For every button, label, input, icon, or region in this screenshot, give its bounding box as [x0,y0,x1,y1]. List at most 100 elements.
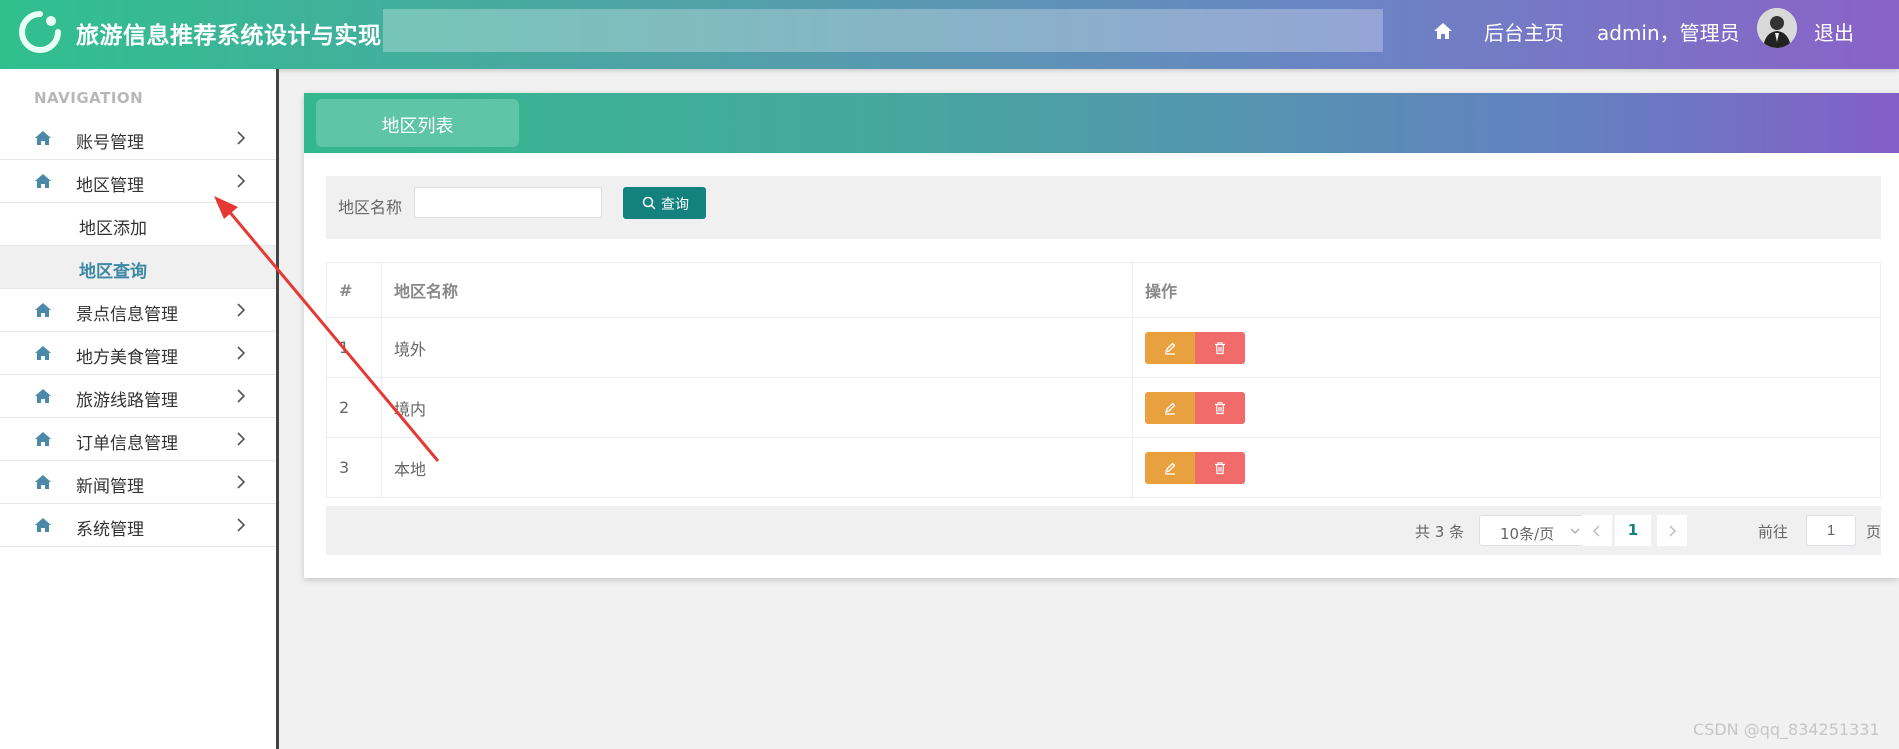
sidebar-item-label: 地方美食管理 [76,348,178,368]
home-icon [35,346,51,360]
admin-home-link[interactable]: 后台主页 [1484,17,1564,46]
sidebar-item-news[interactable]: 新闻管理 [0,461,276,504]
pagination-total: 共 3 条 [1415,523,1465,541]
sidebar-subitem-region-add[interactable]: 地区添加 [0,203,276,246]
home-icon [35,389,51,403]
row-index: 3 [326,437,382,498]
watermark: CSDN @qq_834251331 [1693,720,1880,739]
logout-link[interactable]: 退出 [1814,17,1854,46]
edit-icon [1164,402,1176,415]
sidebar: NAVIGATION 账号管理 地区管理 地区添加 地区查询 景点信息管理 地方… [0,69,279,749]
card-header: 地区列表 [304,93,1899,153]
tab-region-list[interactable]: 地区列表 [316,99,519,147]
current-user-label: admin，管理员 [1597,21,1740,45]
next-page-button[interactable] [1657,515,1687,546]
sidebar-item-scenic[interactable]: 景点信息管理 [0,289,276,332]
trash-icon [1215,401,1225,414]
sidebar-item-system[interactable]: 系统管理 [0,504,276,547]
row-region-name: 境外 [381,317,1133,378]
nav-heading: NAVIGATION [34,89,144,107]
chevron-right-icon [237,174,246,188]
edit-button[interactable] [1145,451,1195,484]
delete-button[interactable] [1195,451,1245,484]
row-region-name: 本地 [381,437,1133,498]
trash-icon [1215,341,1225,354]
sidebar-item-label: 地区管理 [76,176,144,196]
row-actions [1132,317,1881,378]
chevron-right-icon [1669,525,1676,537]
sidebar-subitem-label: 地区添加 [79,219,147,239]
sidebar-item-routes[interactable]: 旅游线路管理 [0,375,276,418]
prev-page-button[interactable] [1582,515,1612,546]
edit-icon [1164,462,1176,475]
column-header-index: # [326,262,382,318]
goto-label: 前往 [1758,523,1789,541]
home-icon [35,518,51,532]
table-header-row: # 地区名称 操作 [326,262,1881,318]
home-icon [35,174,51,188]
region-table: # 地区名称 操作 1 境外 2 境内 3 本地 [326,262,1881,498]
row-index: 2 [326,377,382,438]
chevron-right-icon [237,346,246,360]
sidebar-item-food[interactable]: 地方美食管理 [0,332,276,375]
sidebar-item-account[interactable]: 账号管理 [0,117,276,160]
trash-icon [1215,461,1225,474]
sidebar-item-orders[interactable]: 订单信息管理 [0,418,276,461]
sidebar-subitem-label: 地区查询 [79,262,147,282]
chevron-right-icon [237,475,246,489]
sidebar-item-label: 景点信息管理 [76,305,178,325]
page-size-select[interactable]: 10条/页 [1479,515,1591,546]
row-actions [1132,377,1881,438]
tab-label: 地区列表 [381,116,454,137]
edit-icon [1164,342,1176,355]
goto-unit-label: 页 [1866,523,1882,541]
table-row: 1 境外 [326,317,1881,378]
query-button-label: 查询 [661,197,689,213]
sidebar-item-label: 订单信息管理 [76,434,178,454]
table-row: 2 境内 [326,377,1881,438]
row-region-name: 境内 [381,377,1133,438]
chevron-right-icon [237,518,246,532]
title-band [383,9,1383,52]
table-row: 3 本地 [326,437,1881,498]
user-avatar-icon [1757,8,1797,48]
search-bar: 地区名称 查询 [326,176,1881,239]
column-header-name: 地区名称 [381,262,1133,318]
row-actions [1132,437,1881,498]
chevron-right-icon [237,303,246,317]
query-button[interactable]: 查询 [623,187,706,219]
delete-button[interactable] [1195,331,1245,364]
page-number-label: 1 [1627,521,1639,539]
sidebar-item-label: 旅游线路管理 [76,391,178,411]
chevron-right-icon [237,389,246,403]
top-header: 旅游信息推荐系统设计与实现 后台主页 admin，管理员 退出 [0,0,1899,69]
page-size-value: 10条/页 [1500,525,1555,543]
system-title: 旅游信息推荐系统设计与实现 [76,23,382,49]
edit-button[interactable] [1145,331,1195,364]
delete-button[interactable] [1195,391,1245,424]
refresh-ring-icon[interactable] [18,10,62,54]
sidebar-item-region[interactable]: 地区管理 [0,160,276,203]
home-icon[interactable] [1432,20,1454,42]
sidebar-subitem-region-query[interactable]: 地区查询 [0,246,276,289]
edit-button[interactable] [1145,391,1195,424]
row-index: 1 [326,317,382,378]
sidebar-item-label: 系统管理 [76,520,144,540]
goto-page-input[interactable] [1806,515,1856,546]
column-header-actions: 操作 [1132,262,1881,318]
page-number-current[interactable]: 1 [1615,515,1651,546]
home-icon [35,432,51,446]
search-icon [642,196,656,210]
chevron-left-icon [1593,525,1600,537]
chevron-right-icon [237,131,246,145]
chevron-right-icon [237,432,246,446]
home-icon [35,475,51,489]
avatar[interactable] [1757,8,1797,48]
region-name-input[interactable] [414,187,602,218]
home-icon [35,303,51,317]
chevron-down-icon [1570,528,1580,534]
sidebar-item-label: 新闻管理 [76,477,144,497]
search-label: 地区名称 [338,198,403,217]
sidebar-item-label: 账号管理 [76,133,144,153]
home-icon [35,131,51,145]
